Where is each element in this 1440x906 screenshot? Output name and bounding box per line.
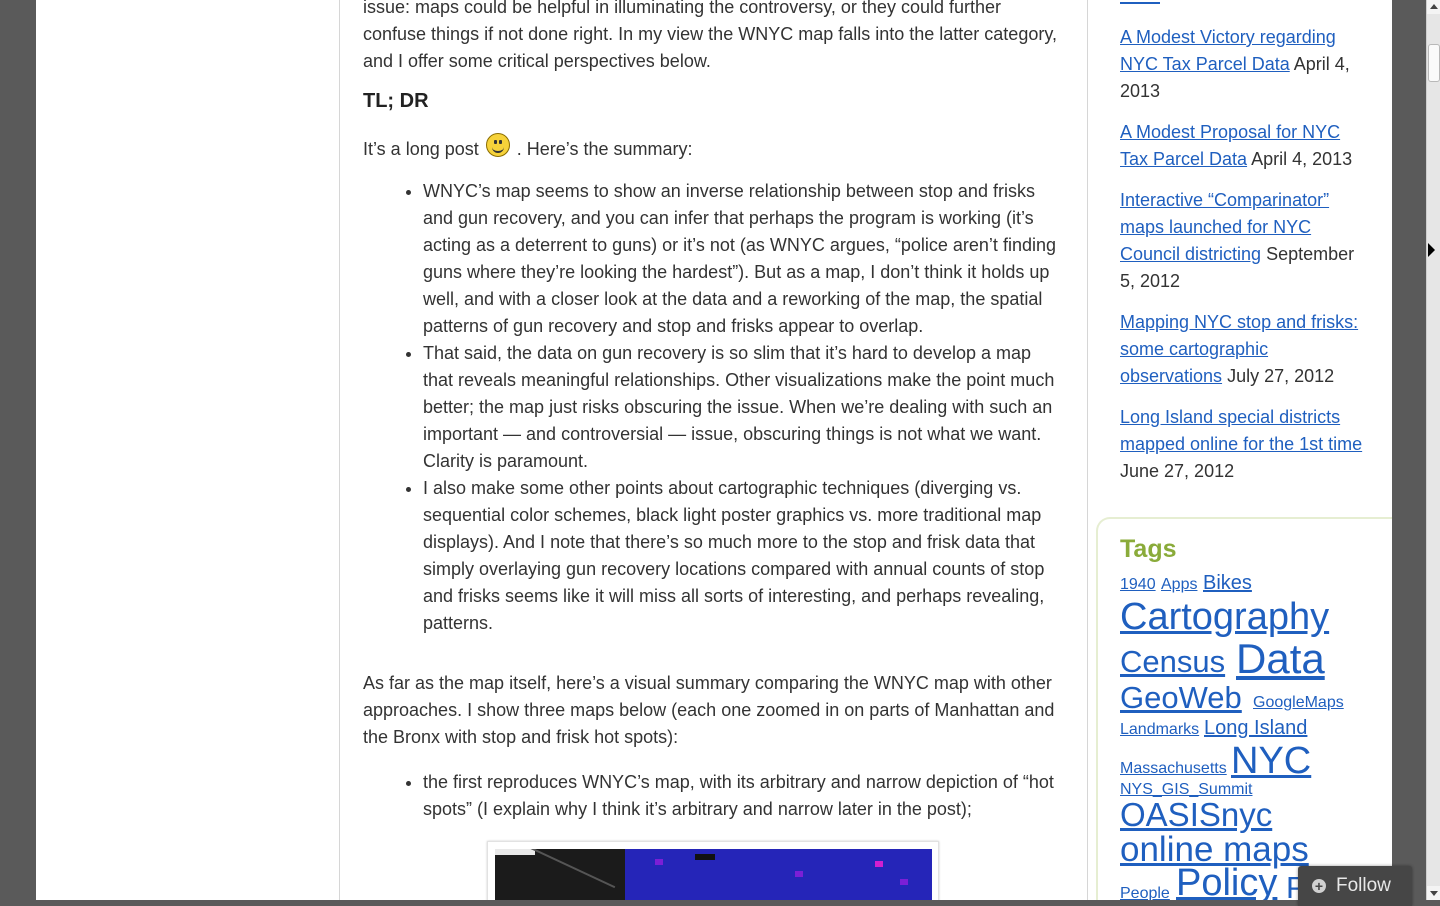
map-summary-paragraph: As far as the map itself, here’s a visua… <box>363 673 1055 747</box>
tag-link[interactable]: Data <box>1236 638 1325 680</box>
list-item: I also make some other points about cart… <box>423 475 1063 637</box>
recent-post-item: A Modest Victory regarding NYC Tax Parce… <box>1120 24 1370 105</box>
tag-link[interactable]: Massachusetts <box>1120 761 1227 777</box>
recent-post-item: Long Island special districts mapped onl… <box>1120 404 1370 485</box>
recent-post-link[interactable]: Long Island special districts mapped onl… <box>1120 407 1362 454</box>
sidebar-left-border <box>1087 0 1088 900</box>
tag-link[interactable]: NYC <box>1231 742 1311 780</box>
list-item: the first reproduces WNYC’s map, with it… <box>423 769 1063 823</box>
recent-post-date: June 27, 2012 <box>1120 461 1235 481</box>
previous-link-fragment[interactable] <box>1120 0 1160 4</box>
tag-link[interactable]: People <box>1120 886 1170 901</box>
intro-paragraph: issue: maps could be helpful in illumina… <box>363 0 1057 71</box>
recent-post-date: April 4, 2013 <box>1251 149 1353 169</box>
recent-post-item: Mapping NYC stop and frisks: some cartog… <box>1120 309 1370 390</box>
page: issue: maps could be helpful in illumina… <box>36 0 1392 900</box>
tag-link[interactable]: GoogleMaps <box>1253 695 1344 711</box>
arrow-down-icon <box>1430 891 1438 896</box>
tag-link[interactable]: Policy <box>1176 864 1277 900</box>
scroll-thumb[interactable] <box>1428 44 1440 82</box>
tag-link[interactable]: Landmarks <box>1120 722 1199 738</box>
long-post-text: It’s a long post <box>363 139 479 159</box>
follow-label: Follow <box>1336 875 1391 896</box>
tag-link[interactable]: Census <box>1120 646 1225 677</box>
tag-link[interactable]: Cartography <box>1120 598 1329 636</box>
follow-button[interactable]: + Follow <box>1298 866 1412 906</box>
recent-post-item: A Modest Proposal for NYC Tax Parcel Dat… <box>1120 119 1370 173</box>
summary-list: WNYC’s map seems to show an inverse rela… <box>363 178 1063 637</box>
tag-link[interactable]: 1940 <box>1120 577 1156 593</box>
mouse-cursor-icon <box>1428 243 1435 257</box>
recent-posts-list: A Modest Victory regarding NYC Tax Parce… <box>1120 24 1370 499</box>
tag-link[interactable]: Apps <box>1161 577 1197 593</box>
maps-list: the first reproduces WNYC’s map, with it… <box>363 769 1063 823</box>
tag-link[interactable]: Long Island <box>1204 718 1307 738</box>
content-left-border <box>339 0 340 900</box>
scroll-up-button[interactable] <box>1427 0 1440 14</box>
plus-circle-icon: + <box>1312 879 1326 893</box>
summary-intro-paragraph: It’s a long post . Here’s the summary: <box>363 133 693 163</box>
tag-link[interactable]: GeoWeb <box>1120 682 1242 713</box>
arrow-up-icon <box>1430 4 1438 9</box>
recent-post-date: July 27, 2012 <box>1227 366 1335 386</box>
recent-post-item: Interactive “Comparinator” maps launched… <box>1120 187 1370 295</box>
smiley-icon <box>485 133 510 157</box>
scroll-down-button[interactable] <box>1427 886 1440 900</box>
tag-link[interactable]: OASISnyc <box>1120 798 1272 831</box>
tldr-heading: TL; DR <box>363 90 429 112</box>
list-item: WNYC’s map seems to show an inverse rela… <box>423 178 1063 340</box>
vertical-scrollbar[interactable] <box>1426 0 1440 900</box>
wnyc-map-image[interactable] <box>495 849 932 900</box>
summary-text: . Here’s the summary: <box>516 139 693 159</box>
list-item: That said, the data on gun recovery is s… <box>423 340 1063 475</box>
tags-heading: Tags <box>1120 535 1177 563</box>
tag-link[interactable]: Bikes <box>1203 573 1252 593</box>
map-image-frame[interactable] <box>487 841 939 900</box>
